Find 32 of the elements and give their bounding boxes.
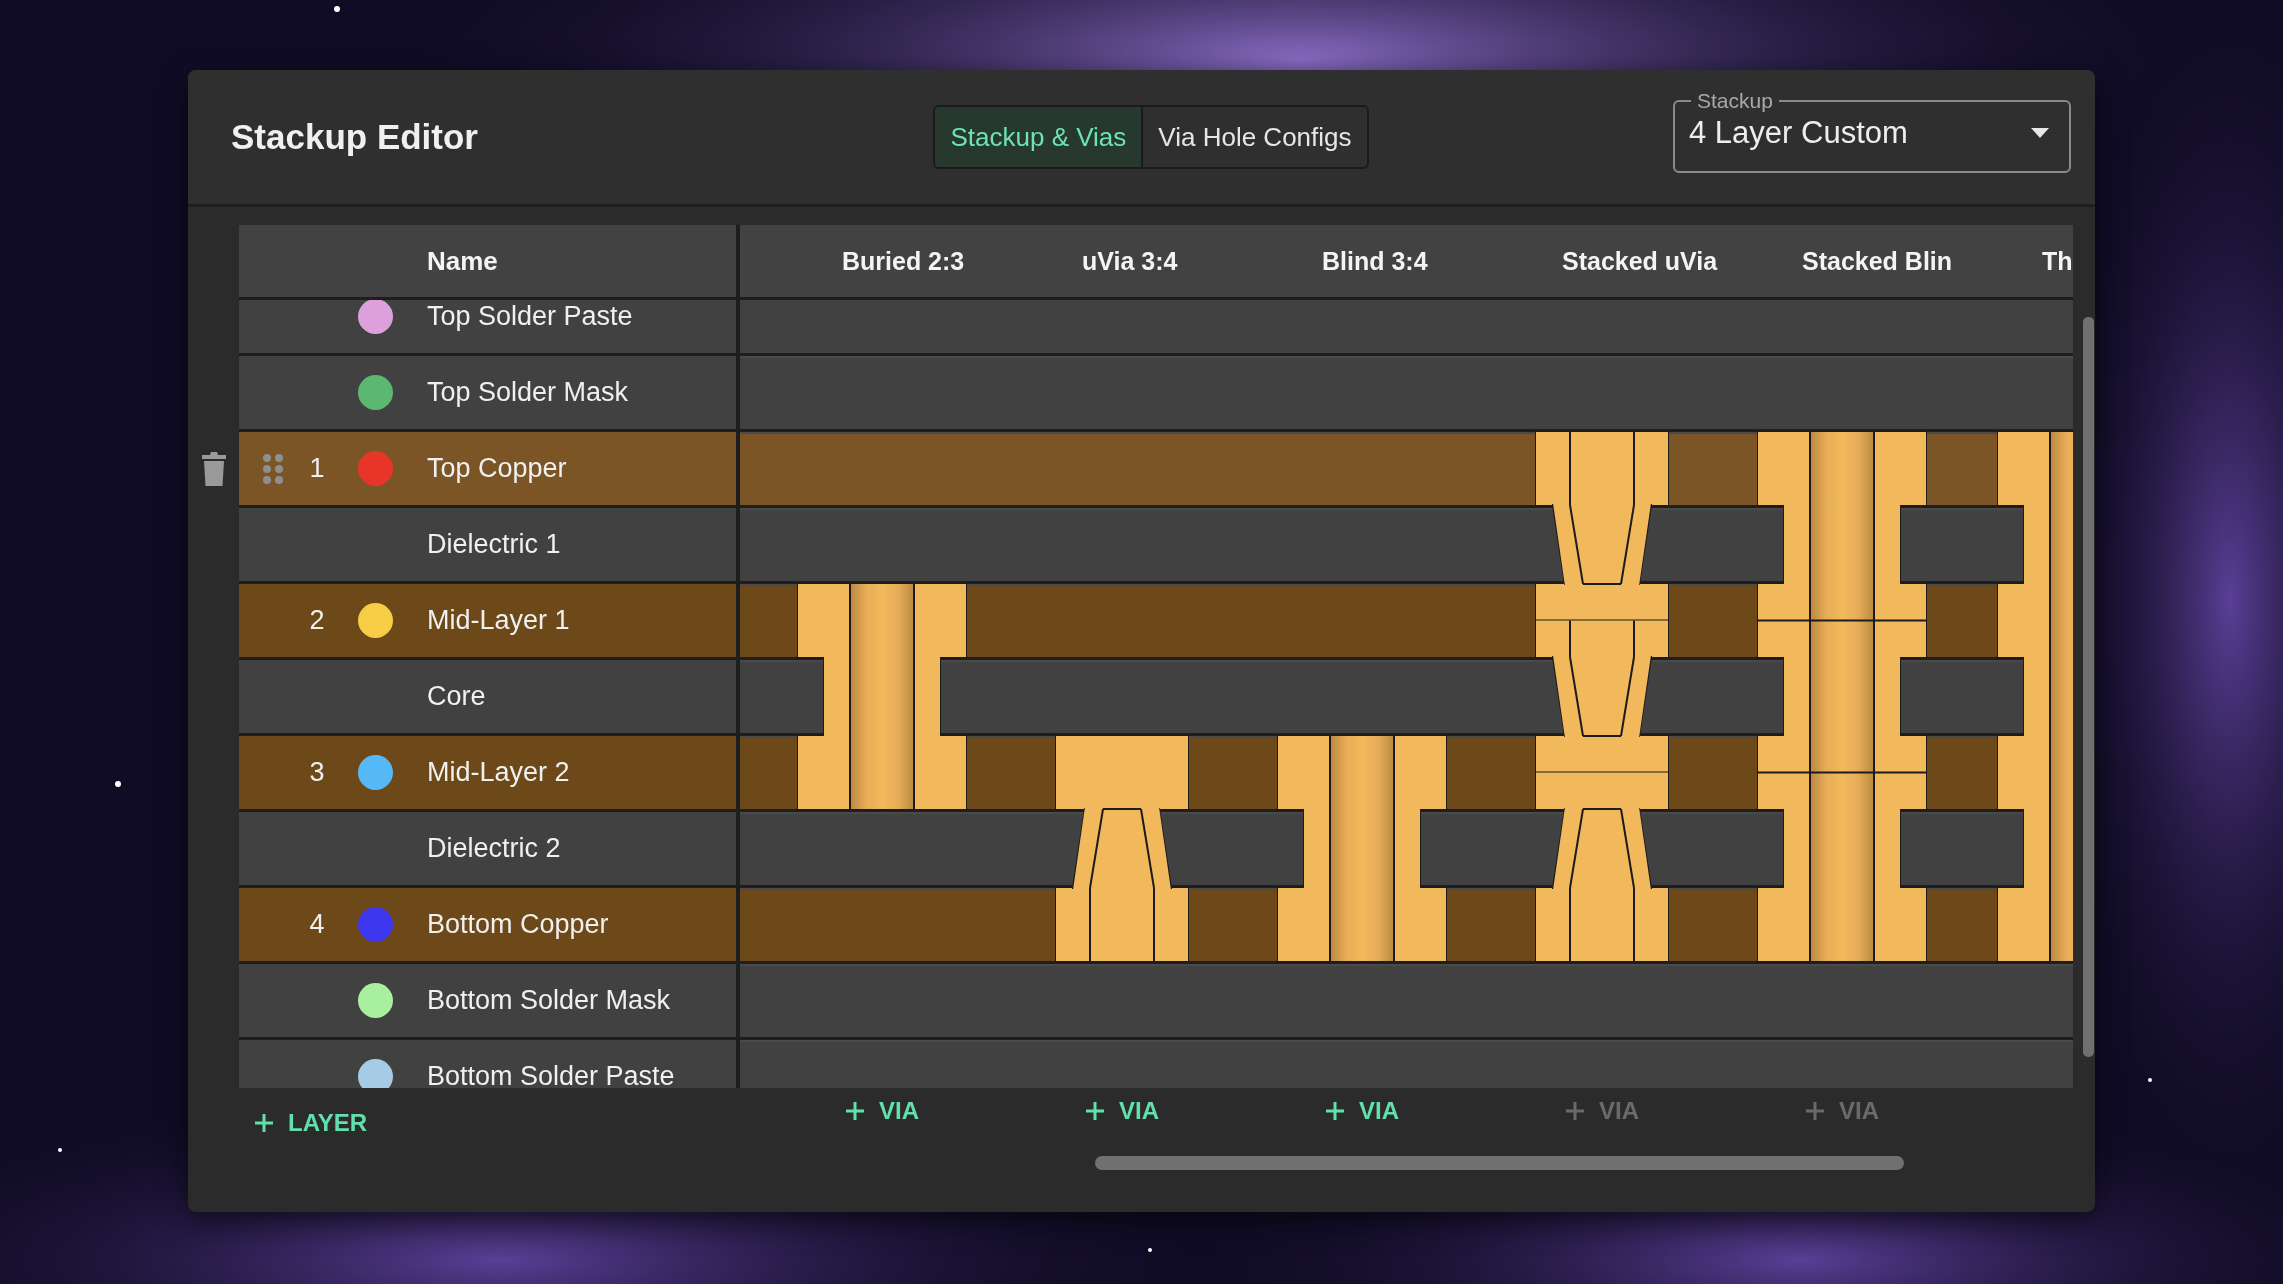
layer-name: Top Solder Mask [427,377,629,408]
layer-name: Top Solder Paste [427,301,633,332]
add-via-button[interactable]: VIA [1321,1094,1403,1128]
layer-name: Bottom Solder Paste [427,1061,675,1088]
layer-number: 2 [309,605,325,635]
layer-name: Dielectric 2 [427,833,561,864]
add-via-button[interactable]: VIA [1081,1094,1163,1128]
column-header: Stacked uVia [1562,246,1718,276]
layer-name: Core [427,681,486,712]
column-header: Th [2042,246,2073,276]
layer-name: Dielectric 1 [427,529,561,560]
column-header: Name [427,245,498,277]
layer-row[interactable]: 4 Bottom Copper [239,888,736,964]
layer-number: 4 [309,909,325,939]
layer-row[interactable]: 2 Mid-Layer 1 [239,584,736,660]
column-header: Buried 2:3 [842,246,965,276]
column-header: uVia 3:4 [1082,246,1178,276]
layer-name: Mid-Layer 2 [427,757,570,788]
add-layer-button[interactable]: LAYER [250,1106,372,1140]
layer-number: 3 [309,757,325,787]
column-header: Stacked Blin [1802,246,1953,276]
layer-number: 1 [309,453,325,483]
add-via-button[interactable]: VIA [841,1094,923,1128]
column-header: Blind 3:4 [1322,246,1428,276]
tab[interactable]: Stackup & Vias [935,107,1144,167]
layer-row[interactable]: 3 Mid-Layer 2 [239,736,736,812]
window-title: Stackup Editor [231,117,479,157]
layer-name: Bottom Copper [427,909,609,940]
layer-name: Top Copper [427,453,567,484]
layer-name: Mid-Layer 1 [427,605,570,636]
layer-name: Bottom Solder Mask [427,985,671,1016]
layer-row[interactable]: Top Solder Paste [239,300,736,356]
